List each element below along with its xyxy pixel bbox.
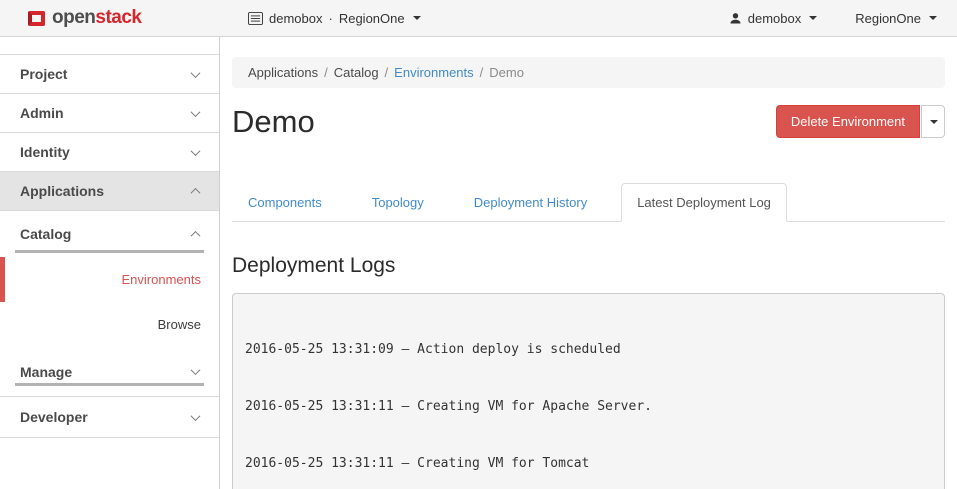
switcher-region-label: RegionOne: [339, 11, 405, 26]
list-icon: [248, 12, 263, 25]
user-menu[interactable]: demobox: [729, 11, 817, 26]
sidebar-top-strip: [0, 37, 219, 55]
caret-down-icon: [929, 16, 937, 20]
detail-tabs: Components Topology Deployment History L…: [232, 183, 945, 222]
tab-topology[interactable]: Topology: [356, 183, 440, 222]
top-navbar: openstack demobox · RegionOne demobox Re…: [0, 0, 957, 37]
region-menu[interactable]: RegionOne: [855, 11, 937, 26]
log-line: 2016-05-25 13:31:11 — Creating VM for To…: [245, 454, 932, 473]
sidebar-item-browse[interactable]: Browse: [0, 302, 219, 347]
log-text: 2016-05-25 13:31:11 — Creating VM for Ap…: [245, 399, 652, 414]
deployment-logs-heading: Deployment Logs: [232, 254, 945, 278]
chevron-down-icon: [191, 365, 201, 375]
logo-open-text: open: [52, 7, 95, 28]
sidebar-item-label: Catalog: [20, 226, 71, 242]
region-menu-label: RegionOne: [855, 11, 921, 26]
sidebar-nav: Project Admin Identity Applications Cata…: [0, 37, 220, 489]
sidebar-item-label: Browse: [158, 317, 201, 332]
chevron-down-icon: [191, 146, 201, 156]
breadcrumb: Applications/Catalog/Environments/Demo: [232, 57, 945, 88]
switcher-dot: ·: [328, 11, 332, 26]
sidebar-item-environments[interactable]: Environments: [0, 257, 219, 302]
caret-down-icon: [413, 16, 421, 20]
switcher-project-label: demobox: [269, 11, 322, 26]
log-line: 2016-05-25 13:31:09 — Action deploy is s…: [245, 340, 932, 359]
chevron-down-icon: [191, 107, 201, 117]
chevron-up-icon: [191, 187, 201, 197]
openstack-wordmark: openstack: [52, 7, 142, 29]
breadcrumb-catalog: Catalog: [334, 65, 379, 80]
breadcrumb-applications: Applications: [248, 65, 318, 80]
log-line: 2016-05-25 13:31:11 — Creating VM for Ap…: [245, 397, 932, 416]
sidebar-item-label: Manage: [20, 364, 72, 380]
tab-deployment-history[interactable]: Deployment History: [458, 183, 603, 222]
sidebar-item-catalog[interactable]: Catalog: [0, 211, 219, 257]
more-actions-dropdown-button[interactable]: [921, 105, 945, 138]
tab-components[interactable]: Components: [232, 183, 338, 222]
breadcrumb-separator: /: [474, 65, 490, 80]
main-content: Applications/Catalog/Environments/Demo D…: [220, 37, 957, 489]
sidebar-item-label: Environments: [122, 272, 201, 287]
logo-stack-text: stack: [95, 7, 141, 28]
sidebar-item-admin[interactable]: Admin: [0, 94, 219, 133]
sidebar-item-label: Project: [20, 66, 67, 82]
chevron-down-icon: [191, 411, 201, 421]
project-region-switcher[interactable]: demobox · RegionOne: [248, 11, 421, 26]
breadcrumb-separator: /: [318, 65, 334, 80]
page-title: Demo: [232, 103, 315, 141]
sidebar-item-label: Identity: [20, 144, 70, 160]
tab-latest-deployment-log[interactable]: Latest Deployment Log: [621, 183, 787, 222]
navbar-right: demobox RegionOne: [729, 11, 937, 26]
breadcrumb-current-demo: Demo: [489, 65, 524, 80]
page-header: Demo Delete Environment: [232, 103, 945, 141]
delete-environment-button[interactable]: Delete Environment: [776, 105, 920, 138]
breadcrumb-separator: /: [379, 65, 395, 80]
sidebar-item-label: Applications: [20, 183, 104, 199]
chevron-down-icon: [191, 68, 201, 78]
sidebar-item-project[interactable]: Project: [0, 55, 219, 94]
caret-down-icon: [809, 16, 817, 20]
log-text: 2016-05-25 13:31:09 — Action deploy is s…: [245, 342, 621, 357]
chevron-up-icon: [191, 230, 201, 240]
openstack-logo[interactable]: openstack: [28, 7, 142, 29]
user-menu-label: demobox: [748, 11, 801, 26]
openstack-cube-icon: [28, 11, 45, 26]
environment-actions: Delete Environment: [776, 105, 945, 138]
sidebar-item-applications[interactable]: Applications: [0, 172, 219, 211]
sidebar-item-manage[interactable]: Manage: [0, 347, 219, 397]
sidebar-item-developer[interactable]: Developer: [0, 397, 219, 438]
sidebar-item-label: Developer: [20, 409, 88, 425]
log-text: 2016-05-25 13:31:11 — Creating VM for To…: [245, 456, 589, 471]
user-icon: [729, 12, 742, 25]
caret-down-icon: [930, 120, 938, 124]
breadcrumb-environments-link[interactable]: Environments: [394, 65, 473, 80]
sidebar-item-label: Admin: [20, 105, 64, 121]
sidebar-item-identity[interactable]: Identity: [0, 133, 219, 172]
deployment-log-output: 2016-05-25 13:31:09 — Action deploy is s…: [232, 293, 945, 489]
